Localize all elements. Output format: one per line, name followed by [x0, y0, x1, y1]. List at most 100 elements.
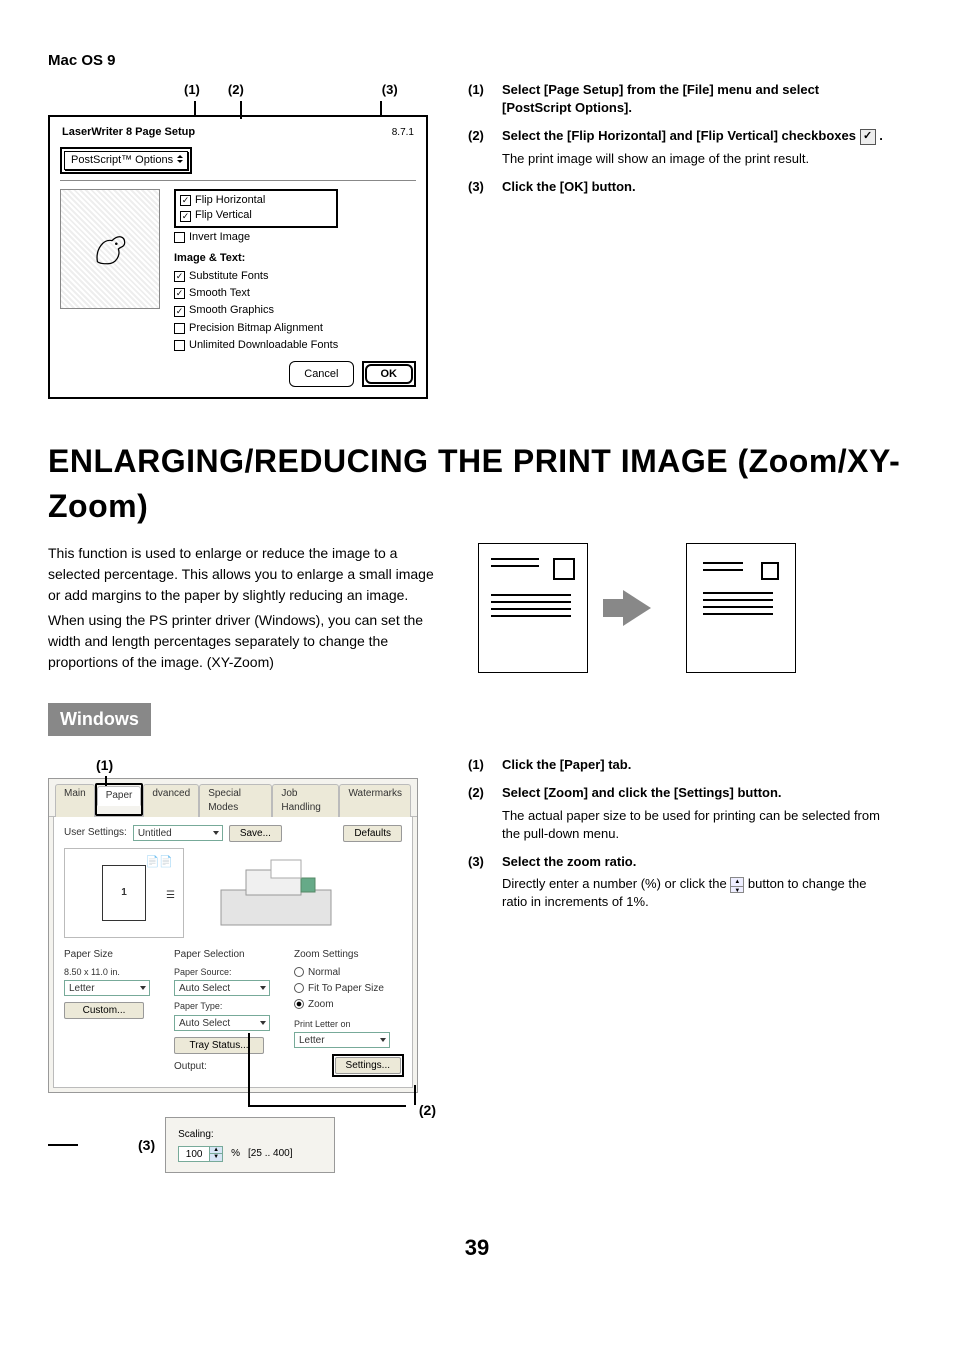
doc-after: [686, 543, 796, 673]
defaults-button[interactable]: Defaults: [343, 825, 402, 842]
windows-steps: (1) Click the [Paper] tab. (2) Select [Z…: [468, 756, 888, 921]
normal-radio[interactable]: [294, 967, 304, 977]
user-settings-select[interactable]: Untitled: [133, 825, 223, 841]
intro-2: When using the PS printer driver (Window…: [48, 610, 448, 673]
dropdown-label: PostScript™ Options: [71, 154, 173, 166]
callout-1-label: (1): [184, 81, 200, 99]
smooth-text-label: Smooth Text: [189, 286, 250, 301]
step-1-text: Select [Page Setup] from the [File] menu…: [502, 82, 819, 115]
spin-up[interactable]: ▲: [210, 1147, 222, 1154]
smooth-text-checkbox[interactable]: [174, 288, 185, 299]
printer-illustration: [196, 848, 366, 938]
win-callout-3: (3): [138, 1136, 155, 1156]
macos-callouts: (1) (2) (3): [184, 81, 428, 99]
percent-label: %: [231, 1147, 240, 1161]
sub-fonts-label: Substitute Fonts: [189, 269, 269, 284]
arrow-icon: [623, 590, 651, 626]
tab-main-label: Main: [64, 788, 86, 799]
tab-paper[interactable]: Paper: [97, 786, 142, 806]
image-text-group: Image & Text:: [174, 251, 338, 266]
postscript-options-dropdown[interactable]: PostScript™ Options: [64, 151, 188, 170]
fit-radio[interactable]: [294, 983, 304, 993]
scaling-input[interactable]: [179, 1149, 209, 1160]
paper-type-select[interactable]: Auto Select: [174, 1015, 270, 1031]
win-step-2-num: (2): [468, 784, 494, 843]
scaling-spinner[interactable]: ▲▼: [178, 1146, 223, 1162]
save-label: Save...: [240, 828, 271, 839]
tab-job-handling[interactable]: Job Handling: [272, 784, 339, 817]
flip-horizontal-checkbox[interactable]: [180, 195, 191, 206]
tab-advanced[interactable]: dvanced: [143, 784, 199, 817]
dog-icon: [89, 228, 131, 270]
spin-down[interactable]: ▼: [210, 1154, 222, 1161]
smooth-gfx-label: Smooth Graphics: [189, 303, 274, 318]
win-callout-2: (2): [419, 1101, 436, 1121]
tab-watermarks[interactable]: Watermarks: [339, 784, 411, 817]
zoom-settings-label: Zoom Settings: [294, 948, 404, 962]
ok-button[interactable]: OK: [365, 364, 414, 384]
normal-label: Normal: [308, 967, 340, 978]
intro-text: This function is used to enlarge or redu…: [48, 543, 448, 673]
macos-page-setup-dialog: LaserWriter 8 Page Setup 8.7.1 PostScrip…: [48, 115, 428, 399]
tray-status-label: Tray Status...: [189, 1040, 248, 1051]
tab-special-modes[interactable]: Special Modes: [199, 784, 272, 817]
page-number: 39: [48, 1233, 906, 1264]
win-step-2-text: Select [Zoom] and click the [Settings] b…: [502, 785, 782, 800]
step-2-text-a: Select the [Flip Horizontal] and [Flip V…: [502, 128, 860, 143]
abc-icon: 📄📄: [146, 855, 173, 870]
output-label: Output:: [174, 1060, 284, 1074]
win-step-3-num: (3): [468, 853, 494, 912]
zoom-label: Zoom: [308, 999, 334, 1010]
page-title: ENLARGING/REDUCING THE PRINT IMAGE (Zoom…: [48, 439, 906, 529]
tab-job-label: Job Handling: [281, 788, 320, 813]
step-1-num: (1): [468, 81, 494, 117]
cancel-button[interactable]: Cancel: [289, 361, 353, 387]
paper-size-label: Paper Size: [64, 948, 164, 962]
paper-source-label: Paper Source:: [174, 966, 284, 979]
macos-steps: (1) Select [Page Setup] from the [File] …: [468, 81, 888, 206]
spinner-buttons[interactable]: ▲▼: [209, 1147, 222, 1161]
tab-sp-label: Special Modes: [208, 788, 241, 813]
paper-size-value: Letter: [69, 983, 95, 994]
step-2-text-b: .: [876, 128, 883, 143]
paper-type-label: Paper Type:: [174, 1000, 284, 1013]
win-step-2-sub: The actual paper size to be used for pri…: [502, 807, 888, 843]
substitute-fonts-checkbox[interactable]: [174, 271, 185, 282]
tab-adv-label: dvanced: [152, 788, 190, 799]
custom-button[interactable]: Custom...: [64, 1002, 144, 1019]
win-step-3-text: Select the zoom ratio.: [502, 854, 636, 869]
zoom-radio[interactable]: [294, 999, 304, 1009]
binding-icon: ☰: [166, 889, 175, 903]
flip-vertical-checkbox[interactable]: [180, 211, 191, 222]
settings-button[interactable]: Settings...: [335, 1057, 401, 1074]
step-3-num: (3): [468, 178, 494, 196]
cancel-label: Cancel: [304, 368, 338, 380]
tab-main[interactable]: Main: [55, 784, 95, 817]
paper-source-select[interactable]: Auto Select: [174, 980, 270, 996]
callout-2-label: (2): [228, 81, 244, 99]
invert-image-checkbox[interactable]: [174, 232, 185, 243]
tab-paper-label: Paper: [106, 790, 133, 801]
precision-bitmap-checkbox[interactable]: [174, 323, 185, 334]
unlimited-label: Unlimited Downloadable Fonts: [189, 338, 338, 353]
settings-label: Settings...: [346, 1060, 390, 1071]
ok-label: OK: [381, 368, 398, 380]
step-2-sub: The print image will show an image of th…: [502, 150, 883, 168]
user-settings-value: Untitled: [138, 828, 172, 839]
windows-tag: Windows: [48, 703, 151, 736]
invert-label: Invert Image: [189, 230, 250, 245]
scaling-popup: Scaling: ▲▼ % [25 .. 400]: [165, 1117, 335, 1173]
paper-size-select[interactable]: Letter: [64, 980, 150, 996]
paper-selection-label: Paper Selection: [174, 948, 284, 962]
doc-before: [478, 543, 588, 673]
smooth-graphics-checkbox[interactable]: [174, 306, 185, 317]
unlimited-fonts-checkbox[interactable]: [174, 340, 185, 351]
tray-status-button[interactable]: Tray Status...: [174, 1037, 264, 1054]
save-button[interactable]: Save...: [229, 825, 282, 842]
page-thumbnail: 1: [102, 865, 146, 921]
print-on-value: Letter: [299, 1035, 325, 1046]
checkbox-icon: [860, 129, 876, 145]
win-callout-1: (1): [96, 756, 428, 776]
print-on-select[interactable]: Letter: [294, 1032, 390, 1048]
range-label: [25 .. 400]: [248, 1147, 292, 1161]
